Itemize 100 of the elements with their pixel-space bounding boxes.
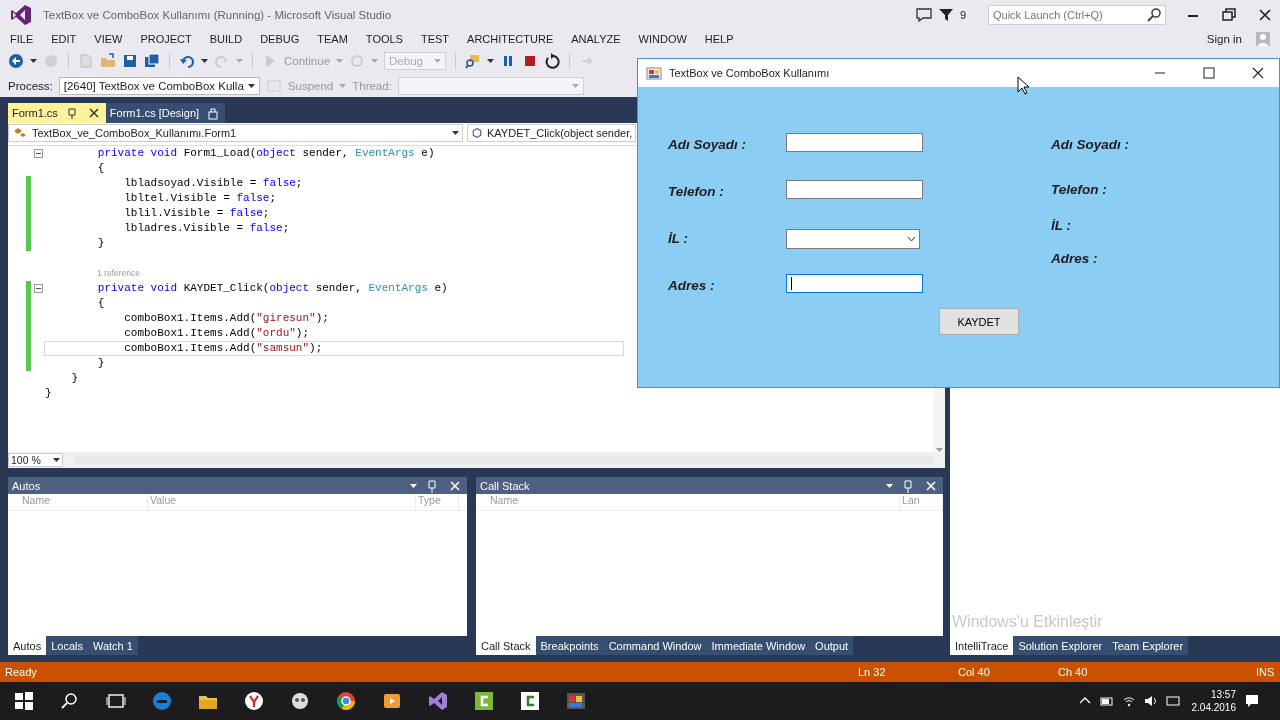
panel-tab[interactable]: Locals bbox=[46, 636, 88, 655]
char-number: Ch 40 bbox=[1058, 666, 1089, 678]
caret-icon bbox=[336, 58, 344, 63]
recorder-icon[interactable] bbox=[518, 689, 542, 713]
menu-item[interactable]: HELP bbox=[704, 32, 734, 45]
keyboard-icon[interactable] bbox=[1165, 694, 1180, 708]
caret-icon bbox=[487, 58, 495, 63]
caret-icon bbox=[886, 483, 893, 488]
feedback-icon[interactable] bbox=[915, 6, 932, 23]
panel-tab[interactable]: Immediate Window bbox=[706, 636, 811, 655]
save-icon[interactable] bbox=[122, 52, 138, 69]
menu-item[interactable]: WINDOW bbox=[638, 32, 687, 45]
menu-item[interactable]: TEST bbox=[420, 32, 450, 45]
method-icon bbox=[471, 127, 483, 139]
panel-tab[interactable]: Output bbox=[810, 636, 854, 655]
back-icon[interactable] bbox=[8, 52, 24, 69]
caret-icon bbox=[339, 83, 347, 88]
document-tab[interactable]: Form1.cs bbox=[8, 103, 106, 123]
caret-icon bbox=[571, 83, 579, 88]
menu-item[interactable]: ARCHITECTURE bbox=[467, 32, 554, 45]
process-dropdown[interactable]: [2640] TextBox ve ComboBox Kulla bbox=[58, 76, 260, 95]
code-line: comboBox1.Items.Add("giresun"); bbox=[123, 311, 330, 326]
menu-item[interactable]: VIEW bbox=[94, 32, 123, 45]
quick-launch-field[interactable]: Quick Launch (Ctrl+Q) bbox=[988, 4, 1166, 25]
text-field[interactable] bbox=[786, 180, 923, 199]
field-label: Adres : bbox=[668, 277, 716, 293]
sign-in-link[interactable]: Sign in bbox=[1206, 32, 1242, 45]
save-button[interactable]: KAYDET bbox=[939, 308, 1019, 335]
panel-tab[interactable]: Team Explorer bbox=[1107, 636, 1189, 655]
menu-item[interactable]: EDIT bbox=[51, 32, 77, 45]
process-label: Process: bbox=[8, 79, 53, 92]
field-label: Adı Soyadı : bbox=[668, 136, 747, 152]
output-label: İL : bbox=[1051, 218, 1072, 235]
document-tab[interactable]: Form1.cs [Design] bbox=[105, 103, 226, 123]
city-dropdown[interactable] bbox=[786, 229, 920, 249]
windows-start-icon[interactable] bbox=[12, 689, 36, 713]
output-label: Telefon : bbox=[1051, 182, 1108, 199]
code-line: { bbox=[96, 296, 106, 311]
caret-icon bbox=[236, 58, 243, 63]
recorder-icon[interactable] bbox=[472, 689, 496, 713]
text-field[interactable] bbox=[786, 274, 923, 293]
window-title: TextBox ve ComboBox Kullanımı bbox=[669, 67, 831, 79]
visual-studio-icon[interactable] bbox=[426, 689, 450, 713]
chevron-down-icon[interactable] bbox=[908, 237, 915, 241]
panel-title: Autos bbox=[12, 479, 42, 492]
maximize-icon[interactable] bbox=[1200, 64, 1218, 82]
form-icon bbox=[646, 65, 662, 81]
code-line: comboBox1.Items.Add("ordu"); bbox=[123, 326, 311, 341]
panel-tab[interactable]: Command Window bbox=[603, 636, 707, 655]
menu-item[interactable]: DEBUG bbox=[260, 32, 300, 45]
caret-icon bbox=[434, 58, 442, 63]
member-dropdown[interactable]: KAYDET_Click(object sender, bbox=[467, 124, 637, 142]
code-line: lbladsoyad.Visible = false; bbox=[123, 176, 304, 191]
menu-item[interactable]: FILE bbox=[10, 32, 34, 45]
wifi-icon[interactable] bbox=[1121, 694, 1136, 708]
code-line: lbltel.Visible = false; bbox=[123, 191, 278, 206]
text-field[interactable] bbox=[786, 133, 923, 152]
save-all-icon[interactable] bbox=[144, 52, 160, 69]
collapse-icon[interactable] bbox=[34, 283, 43, 293]
panel-tab[interactable]: Watch 1 bbox=[87, 636, 138, 655]
restore-icon[interactable] bbox=[1220, 5, 1238, 24]
line-number: Ln 32 bbox=[858, 666, 887, 678]
menu-item[interactable]: TOOLS bbox=[365, 32, 403, 45]
code-line: } bbox=[96, 356, 106, 371]
type-dropdown[interactable]: TextBox_ve_ComboBox_Kullanımı.Form1 bbox=[8, 124, 463, 142]
caret-icon bbox=[371, 58, 379, 63]
open-folder-icon[interactable] bbox=[100, 52, 116, 69]
find-icon[interactable] bbox=[465, 52, 482, 69]
output-label: Adres : bbox=[1051, 251, 1099, 268]
clock-time: 13:57 bbox=[1210, 688, 1236, 701]
code-line: { bbox=[96, 161, 106, 176]
caret-icon bbox=[201, 58, 208, 63]
panel-tab[interactable]: Solution Explorer bbox=[1013, 636, 1108, 655]
menu-item[interactable]: BUILD bbox=[209, 32, 243, 45]
panel-tab[interactable]: Breakpoints bbox=[535, 636, 604, 655]
output-label: Adı Soyadı : bbox=[1051, 137, 1129, 154]
panel-tab[interactable]: Call Stack bbox=[476, 636, 536, 655]
panel-tab[interactable]: Autos bbox=[8, 636, 47, 655]
code-line: } bbox=[44, 386, 53, 401]
panel-tab[interactable]: IntelliTrace bbox=[950, 636, 1014, 655]
notification-count: 9 bbox=[959, 8, 966, 21]
caret-icon bbox=[247, 83, 255, 88]
filter-icon[interactable] bbox=[937, 6, 954, 23]
caret-icon bbox=[452, 131, 459, 135]
menu-item[interactable]: PROJECT bbox=[140, 32, 192, 45]
status-text: Ready bbox=[4, 666, 38, 678]
code-line: lbladres.Visible = false; bbox=[123, 221, 291, 236]
notification-icon[interactable] bbox=[1244, 693, 1260, 709]
restart-icon[interactable] bbox=[544, 52, 561, 69]
collapse-icon[interactable] bbox=[34, 148, 43, 158]
zoom-dropdown[interactable]: 100 % bbox=[8, 453, 63, 467]
field-label: İL : bbox=[668, 230, 689, 246]
battery-icon[interactable] bbox=[1099, 694, 1114, 708]
field-label: Telefon : bbox=[668, 183, 725, 199]
insert-mode: INS bbox=[1256, 666, 1276, 678]
visual-studio-logo-icon bbox=[10, 3, 32, 26]
speaker-icon[interactable] bbox=[1143, 694, 1158, 708]
menu-item[interactable]: TEAM bbox=[317, 32, 348, 45]
code-line: } bbox=[70, 371, 79, 386]
menu-item[interactable]: ANALYZE bbox=[571, 32, 621, 45]
